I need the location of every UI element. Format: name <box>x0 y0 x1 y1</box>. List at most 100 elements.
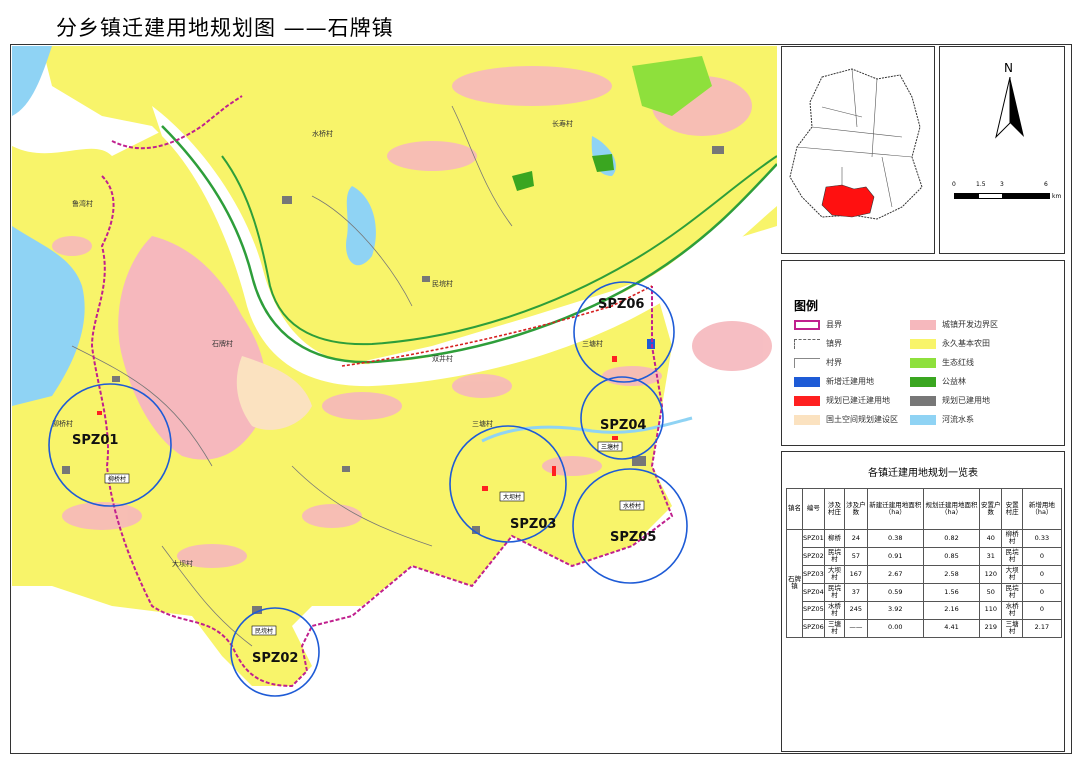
table-cell: SPZ03 <box>802 564 825 584</box>
table-row: SPZ06 三塘村 —— 0.00 4.41 219 三塘村 2.17 <box>787 618 1063 638</box>
table-cell: 民垸村 <box>1001 582 1023 602</box>
map-label: 双井村 <box>432 354 453 363</box>
legend-item: 生态红线 <box>910 357 974 368</box>
legend-swatch <box>910 319 936 330</box>
legend-label: 村界 <box>826 358 842 367</box>
plan-table: 镇名 编号 涉及村庄 涉及户数 新建迁建用地面积（ha） 规划迁建用地面积（ha） 安置户数… <box>785 488 1063 638</box>
table-row: SPZ05 水桥村 245 3.92 2.16 110 水桥村 0 <box>787 600 1063 620</box>
legend-label: 新增迁建用地 <box>826 377 874 386</box>
table-cell: 24 <box>844 529 868 548</box>
scale-tick: 3 <box>1000 181 1004 188</box>
table-header-cell: 安置村庄 <box>1001 488 1023 530</box>
table-cell: SPZ02 <box>802 546 825 566</box>
zone-label-spz04: SPZ04 <box>600 418 646 433</box>
table-cell: 4.41 <box>922 618 981 638</box>
table-cell: 219 <box>979 618 1003 638</box>
table-header-cell: 镇名 <box>785 488 804 530</box>
table-cell: 0.00 <box>866 618 924 638</box>
table-row: SPZ02 民垸村 57 0.91 0.85 31 民垸村 0 <box>787 546 1063 566</box>
legend-label: 规划已建迁建用地 <box>826 396 890 405</box>
table-cell: 民垸村 <box>823 582 846 602</box>
village-tag: 大坝村 <box>503 493 521 501</box>
table-header-cell: 编号 <box>802 488 825 530</box>
table-cell: 31 <box>979 546 1003 566</box>
table-cell: 0.33 <box>1021 529 1063 548</box>
table-cell: 0.85 <box>922 546 981 566</box>
table-row: SPZ04 民垸村 37 0.59 1.56 50 民垸村 0 <box>787 582 1063 602</box>
table-cell: 1.56 <box>922 582 981 602</box>
table-cell: 167 <box>844 564 868 584</box>
legend-label: 生态红线 <box>942 358 974 367</box>
village-tag: 柳桥村 <box>108 475 126 483</box>
table-cell: SPZ06 <box>802 618 825 638</box>
north-arrow-icon <box>995 77 1024 139</box>
legend-label: 镇界 <box>826 339 842 348</box>
main-map: 柳桥村 三塘村 大坝村 民垸村 水桥村 双井村 三塘村 石牌村 鲁湾村 长寿村 … <box>12 46 777 752</box>
table-cell: 0.91 <box>866 546 924 566</box>
table-cell: 三塘村 <box>1001 618 1023 638</box>
locator-svg <box>789 68 923 220</box>
legend-item: 国土空间规划建设区 <box>794 414 898 425</box>
table-row: SPZ03 大坝村 167 2.67 2.58 120 大坝村 0 <box>787 564 1063 584</box>
map-label: 鲁湾村 <box>72 199 93 208</box>
table-cell: SPZ01 <box>802 529 825 548</box>
table-cell: 0 <box>1021 564 1063 584</box>
scale-bar <box>954 193 1050 199</box>
table-cell: 0.82 <box>922 529 981 548</box>
table-cell: 0 <box>1021 582 1063 602</box>
legend-item: 县界 <box>794 319 842 330</box>
table-cell: —— <box>844 618 868 638</box>
legend-swatch <box>910 395 936 406</box>
table-cell: 民垸村 <box>1001 546 1023 566</box>
legend-item: 城镇开发边界区 <box>910 319 998 330</box>
map-label: 大坝村 <box>172 559 193 568</box>
village-tag: 民垸村 <box>255 627 273 635</box>
table-cell: 120 <box>979 564 1003 584</box>
legend-item: 永久基本农田 <box>910 338 990 349</box>
legend-swatch <box>910 376 936 387</box>
table-header-cell: 规划迁建用地面积（ha） <box>922 488 981 530</box>
table-cell: 0 <box>1021 546 1063 566</box>
legend-item: 镇界 <box>794 338 842 349</box>
scale-tick: 6 <box>1044 181 1048 188</box>
table-header-cell: 新建迁建用地面积（ha） <box>866 488 924 530</box>
legend-title: 图例 <box>794 299 819 313</box>
table-cell: 110 <box>979 600 1003 620</box>
table-cell: 柳桥村 <box>1001 529 1023 548</box>
table-cell: SPZ05 <box>802 600 825 620</box>
scale-ticks: 0 1.5 3 6 <box>952 181 1052 191</box>
town-cell: 石牌镇 <box>785 529 804 638</box>
table-cell: 三塘村 <box>823 618 846 638</box>
legend-label: 公益林 <box>942 377 966 386</box>
legend-swatch <box>794 395 820 406</box>
zone-label-spz02: SPZ02 <box>252 651 298 666</box>
table-cell: 2.16 <box>922 600 981 620</box>
scale-tick: 0 <box>952 181 956 188</box>
table-cell: 0 <box>1021 600 1063 620</box>
plan-table-panel: 各镇迁建用地规划一览表 镇名 编号 涉及村庄 涉及户数 新建迁建用地面积（ha） 规划迁建… <box>781 451 1065 752</box>
legend-swatch <box>794 357 820 368</box>
legend-label: 规划已建用地 <box>942 396 990 405</box>
table-body: 石牌镇 SPZ01 柳桥 24 0.38 0.82 40 柳桥村 0.33 SPZ02 民垸村 57 0… <box>785 529 1063 638</box>
table-header-cell: 安置户数 <box>979 488 1003 530</box>
map-label: 柳桥村 <box>52 419 73 428</box>
village-tag: 水桥村 <box>623 502 641 510</box>
legend-label: 永久基本农田 <box>942 339 990 348</box>
legend-swatch <box>794 319 820 330</box>
legend-panel: 图例 县界 城镇开发边界区镇界 永久基本农田村界 生态红线新增迁建用地 公益林规划已建迁… <box>781 260 1065 446</box>
legend-swatch <box>794 376 820 387</box>
table-cell: 50 <box>979 582 1003 602</box>
zone-label-spz06: SPZ06 <box>598 297 644 312</box>
table-cell: SPZ04 <box>802 582 825 602</box>
legend-swatch <box>910 338 936 349</box>
table-title: 各镇迁建用地规划一览表 <box>868 468 978 479</box>
table-cell: 水桥村 <box>823 600 846 620</box>
table-header-cell: 新增用地（ha） <box>1021 488 1063 530</box>
legend-swatch <box>910 414 936 425</box>
map-label: 三塘村 <box>582 339 603 348</box>
shipai-town-highlight <box>821 184 875 218</box>
legend-label: 县界 <box>826 320 842 329</box>
scale-unit: km <box>1052 193 1062 200</box>
north-scale-panel: N 0 1.5 3 6 km <box>939 46 1065 254</box>
map-label: 石牌村 <box>212 339 233 348</box>
